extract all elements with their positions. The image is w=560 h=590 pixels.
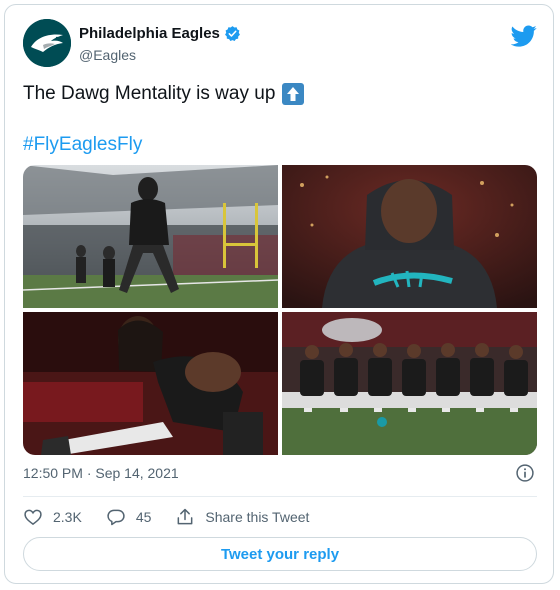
player-training-on-field-photo[interactable] (23, 165, 278, 308)
player-in-hoodie-looking-up-photo[interactable] (282, 165, 537, 308)
tweet-actions: 2.3K 45 Share this Tweet (23, 507, 333, 527)
eagles-avatar[interactable] (23, 19, 71, 67)
photo-grid (23, 165, 537, 455)
heart-icon (24, 509, 42, 526)
player-stretching-photo[interactable] (23, 312, 278, 455)
tweet-text: The Dawg Mentality is way up (23, 83, 276, 104)
share-label: Share this Tweet (205, 509, 310, 525)
reply-count: 45 (135, 509, 152, 525)
reply-icon (107, 509, 125, 526)
divider (23, 496, 537, 497)
like-button[interactable]: 2.3K (23, 507, 82, 527)
tweet-your-reply-button[interactable]: Tweet your reply (23, 537, 537, 571)
reply-button[interactable]: 45 (106, 507, 152, 527)
hashtag-link[interactable]: #FlyEaglesFly (23, 134, 142, 156)
tweet-timestamp[interactable]: 12:50 PM · Sep 14, 2021 (23, 465, 179, 481)
like-count: 2.3K (53, 509, 82, 525)
players-seated-on-bench-photo[interactable] (282, 312, 537, 455)
account-handle[interactable]: @Eagles (79, 47, 136, 63)
tweet-body: The Dawg Mentality is way up (23, 83, 305, 105)
up-arrow-emoji-icon (282, 83, 305, 105)
tweet-card: Philadelphia Eagles @Eagles The Dawg Men… (4, 4, 554, 584)
account-name[interactable]: Philadelphia Eagles (79, 25, 220, 42)
twitter-bird-icon[interactable] (511, 23, 537, 49)
info-icon[interactable] (515, 463, 535, 483)
share-icon (177, 508, 193, 525)
verified-badge-icon (224, 26, 240, 42)
share-button[interactable]: Share this Tweet (175, 507, 309, 527)
